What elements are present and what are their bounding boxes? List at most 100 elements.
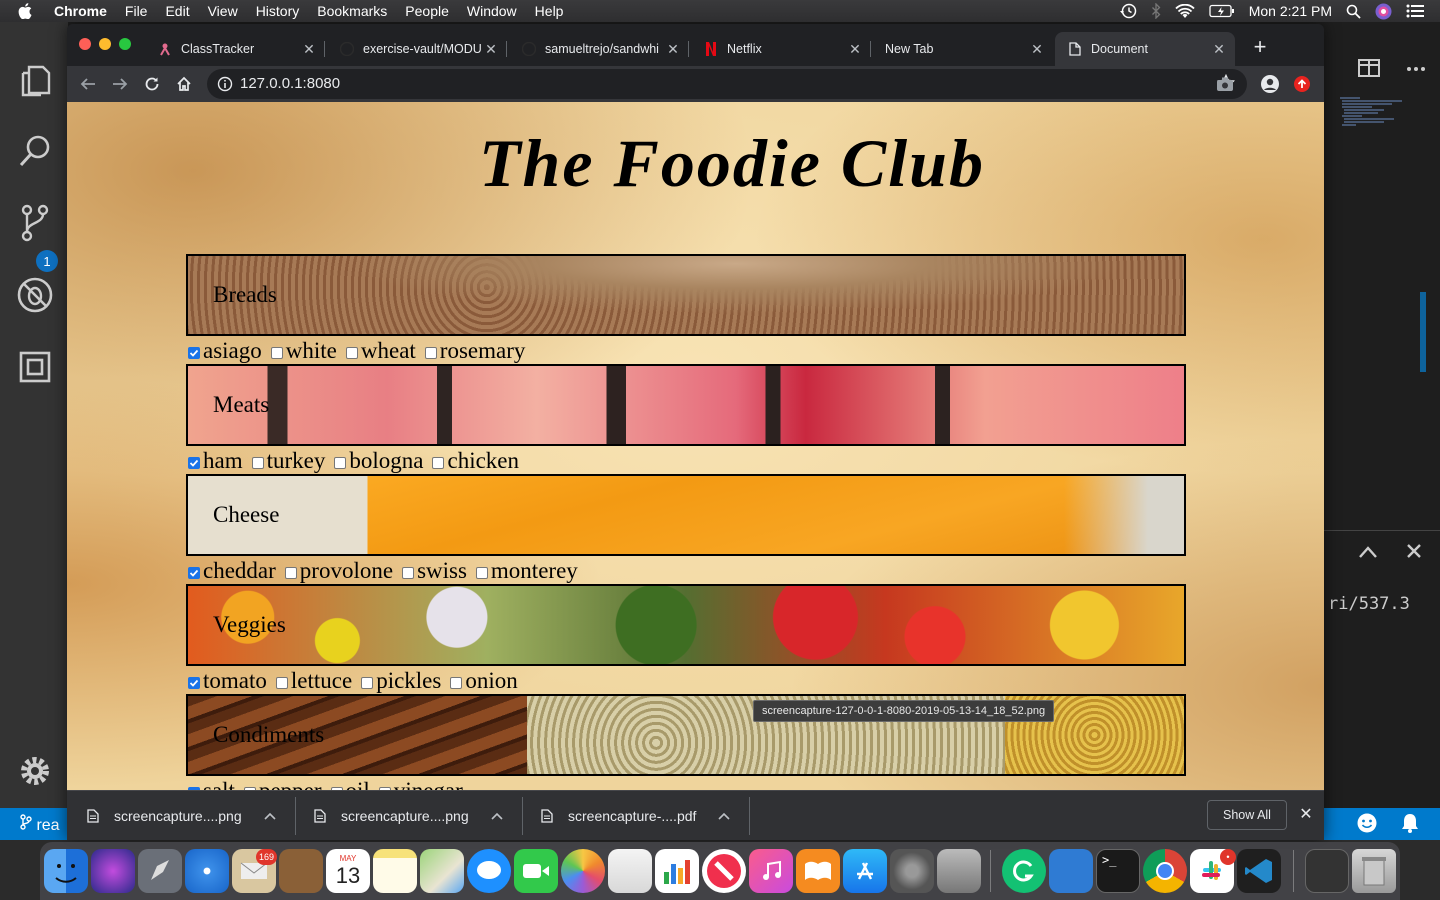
back-arrow-icon[interactable] [77,73,99,95]
calendar-icon[interactable]: MAY 13 [326,849,370,893]
news-icon[interactable] [702,849,746,893]
maps-icon[interactable] [420,849,464,893]
option-cheddar[interactable]: cheddar [188,558,276,584]
recent-documents-stack-icon[interactable] [1305,849,1349,893]
notification-center-icon[interactable] [1406,4,1424,18]
download-item-2[interactable]: screencapture....png [314,791,503,840]
home-icon[interactable] [173,73,195,95]
facetime-icon[interactable] [514,849,558,893]
provolone-checkbox[interactable] [284,567,297,579]
terminal-icon[interactable]: >_ [1096,849,1140,893]
menu-window[interactable]: Window [467,3,517,19]
launchpad-icon[interactable] [138,849,182,893]
menu-file[interactable]: File [125,3,148,19]
feedback-smiley-icon[interactable] [1356,812,1378,834]
more-actions-icon[interactable] [1406,66,1426,72]
extensions-icon[interactable] [14,346,56,388]
finder-icon[interactable] [44,849,88,893]
option-pickles[interactable]: pickles [361,668,441,694]
window-minimize-button[interactable] [99,38,111,50]
option-provolone[interactable]: provolone [284,558,393,584]
tab-close-icon[interactable]: ✕ [483,41,499,58]
onion-checkbox[interactable] [450,677,463,689]
battery-icon[interactable] [1209,4,1235,18]
option-salt[interactable]: salt [188,778,235,790]
rosemary-checkbox[interactable] [424,347,437,359]
menu-app-name[interactable]: Chrome [54,3,107,19]
numbers-icon[interactable] [655,849,699,893]
option-turkey[interactable]: turkey [251,448,325,474]
download-item-3[interactable]: screencapture-....pdf [541,791,730,840]
option-bologna[interactable]: bologna [334,448,423,474]
trash-icon[interactable] [1352,849,1396,893]
option-white[interactable]: white [270,338,337,364]
spotlight-search-icon[interactable] [1346,4,1361,19]
menu-people[interactable]: People [405,3,449,19]
white-checkbox[interactable] [270,347,283,359]
address-bar[interactable]: 127.0.0.1:8080 [207,69,1247,99]
safari-icon[interactable] [185,849,229,893]
tab-classtracker[interactable]: ClassTracker ✕ [145,32,325,66]
asiago-checkbox[interactable] [188,347,200,359]
close-panel-icon[interactable] [1406,543,1422,559]
screenshot-extension-icon[interactable] [1214,73,1236,95]
option-ham[interactable]: ham [188,448,243,474]
close-download-shelf-icon[interactable]: ✕ [1297,804,1315,826]
lettuce-checkbox[interactable] [275,677,288,689]
preview-icon[interactable] [608,849,652,893]
option-tomato[interactable]: tomato [188,668,267,694]
tab-new-tab[interactable]: New Tab ✕ [873,32,1053,66]
editor-minimap[interactable] [1332,96,1418,136]
menu-edit[interactable]: Edit [165,3,189,19]
app-store-icon[interactable] [843,849,887,893]
wifi-icon[interactable] [1175,3,1195,19]
tab-close-icon[interactable]: ✕ [301,41,317,58]
bluetooth-icon[interactable] [1151,3,1161,19]
option-swiss[interactable]: swiss [402,558,467,584]
tab-github-sandwich[interactable]: samueltrejo/sandwhi ✕ [509,32,689,66]
option-lettuce[interactable]: lettuce [275,668,352,694]
chrome-icon[interactable] [1143,849,1187,893]
notes-icon[interactable] [373,849,417,893]
profile-avatar-icon[interactable] [1259,73,1281,95]
site-info-icon[interactable] [217,76,233,92]
contacts-icon[interactable] [279,849,323,893]
file-manager-icon[interactable] [1049,849,1093,893]
window-close-button[interactable] [79,38,91,50]
notifications-bell-icon[interactable] [1400,812,1420,834]
window-zoom-button[interactable] [119,38,131,50]
menu-help[interactable]: Help [535,3,564,19]
tab-document[interactable]: Document ✕ [1055,32,1235,66]
siri-icon[interactable] [1375,3,1392,20]
status-branch[interactable]: rea [20,814,60,835]
wheat-checkbox[interactable] [345,347,358,359]
forward-arrow-icon[interactable] [109,73,131,95]
split-editor-icon[interactable] [1358,58,1380,78]
search-icon[interactable] [14,130,56,172]
menu-bookmarks[interactable]: Bookmarks [317,3,387,19]
settings-gear-icon[interactable] [14,750,56,792]
tab-close-icon[interactable]: ✕ [1029,41,1045,58]
menu-view[interactable]: View [208,3,238,19]
download-item-1[interactable]: screencapture....png [87,791,276,840]
siri-icon[interactable] [91,849,135,893]
swiss-checkbox[interactable] [402,567,415,579]
system-preferences-icon[interactable] [890,849,934,893]
url-text[interactable]: 127.0.0.1:8080 [240,75,340,92]
source-control-icon[interactable] [14,202,56,244]
tab-close-icon[interactable]: ✕ [1211,41,1227,58]
tab-close-icon[interactable]: ✕ [847,41,863,58]
pickles-checkbox[interactable] [361,677,374,689]
option-pepper[interactable]: pepper [243,778,322,790]
editor-scrollbar-thumb[interactable] [1420,292,1426,372]
itunes-icon[interactable] [749,849,793,893]
option-oil[interactable]: oil [330,778,370,790]
turkey-checkbox[interactable] [251,457,264,469]
chicken-checkbox[interactable] [432,457,445,469]
messages-icon[interactable] [467,849,511,893]
option-rosemary[interactable]: rosemary [424,338,525,364]
tab-github-exercise-vault[interactable]: exercise-vault/MODU ✕ [327,32,507,66]
option-wheat[interactable]: wheat [345,338,416,364]
ham-checkbox[interactable] [188,457,200,469]
apple-icon[interactable] [18,3,32,19]
